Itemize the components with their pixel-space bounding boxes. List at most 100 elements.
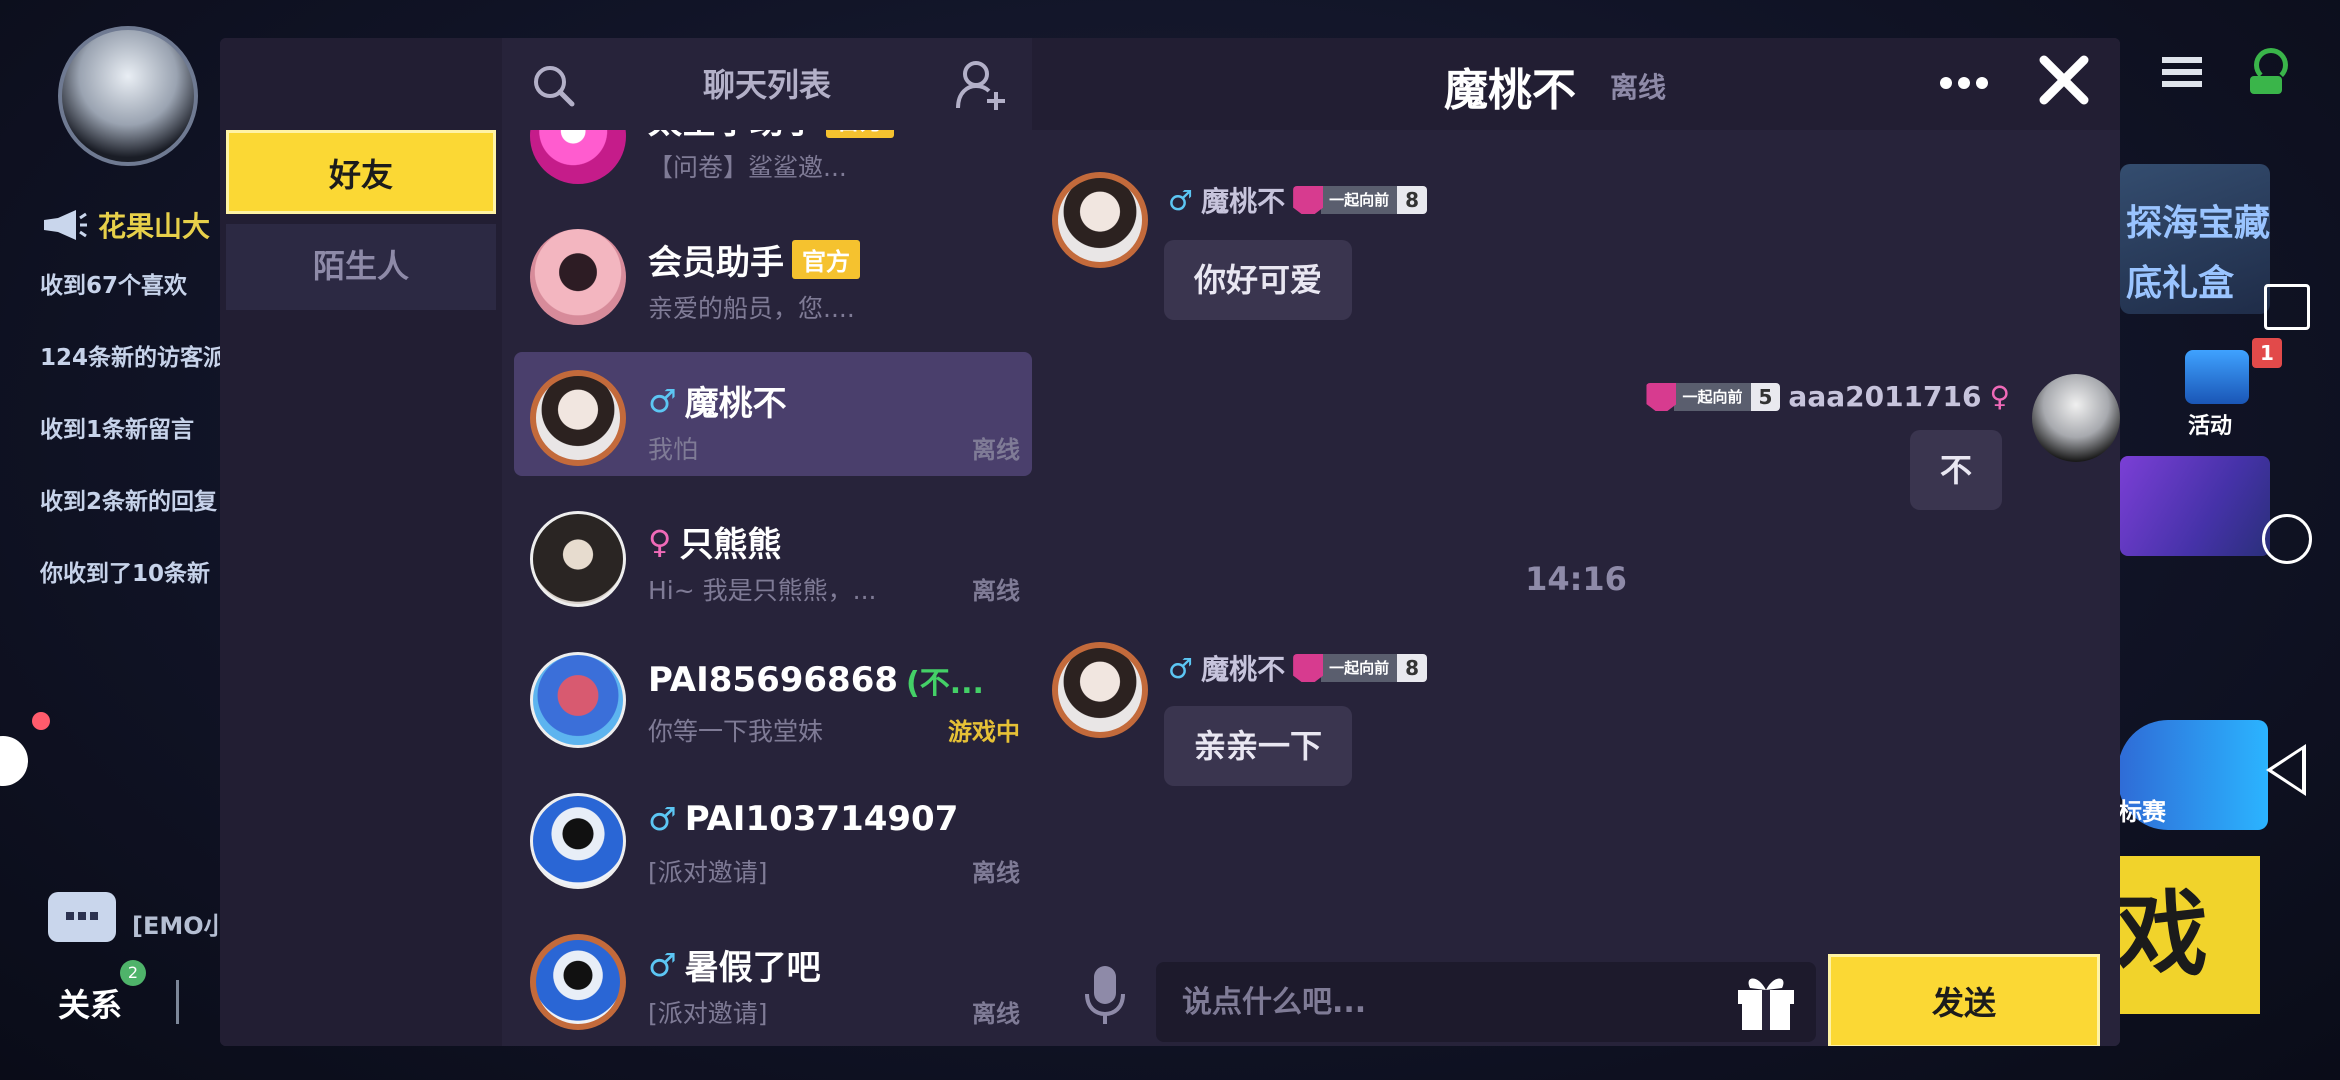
notification-dot <box>32 712 50 730</box>
shield-icon <box>1646 382 1677 411</box>
tournament-label: 标赛 <box>2118 798 2166 826</box>
avatar <box>530 511 626 607</box>
level-number: 5 <box>1750 382 1781 411</box>
contact-name: 暑假了吧 <box>684 948 821 988</box>
menu-icon[interactable] <box>2162 57 2202 87</box>
time-separator: 14:16 <box>1525 560 1627 598</box>
home-icon[interactable] <box>2262 514 2312 564</box>
online-status: 离线 <box>972 859 1020 887</box>
message-sender: 一起向前 5 aaa2011716 ♀ <box>1646 380 2010 413</box>
floating-ball[interactable] <box>0 736 28 786</box>
activity-label: 活动 <box>2188 414 2233 439</box>
chat-list-body[interactable]: 太空小助手 官方 【问卷】鲨鲨邀... 会员助手 官方 亲爱的船员，您.... <box>502 130 1032 1046</box>
relation-button[interactable]: 关系 <box>58 980 122 1026</box>
level-number: 8 <box>1397 654 1428 682</box>
avatar <box>530 793 626 889</box>
activity-button[interactable]: 1 活动 <box>2130 338 2290 440</box>
chat-header: 魔桃不 离线 <box>1032 38 2120 130</box>
last-message: 亲爱的船员，您.... <box>648 294 855 323</box>
message-sender: ♂ 魔桃不 一起向前 8 <box>1168 648 1428 688</box>
message-area[interactable]: ♂ 魔桃不 一起向前 8 你好可爱 一起向前 5 aaa2011716 ♀ 不 … <box>1032 130 2120 960</box>
activity-icon <box>2185 350 2249 404</box>
last-message: 【问卷】鲨鲨邀... <box>648 153 847 182</box>
sender-name: 魔桃不 <box>1201 653 1286 686</box>
megaphone-icon <box>44 210 87 240</box>
message-bubble[interactable]: 亲亲一下 <box>1164 706 1353 786</box>
male-icon: ♂ <box>648 945 677 984</box>
female-icon: ♀ <box>648 522 672 561</box>
chat-modal: 好友 陌生人 聊天列表 太空小助手 官方 <box>220 38 2120 1046</box>
back-icon[interactable] <box>2266 744 2306 796</box>
list-item-selected[interactable]: ♂ 魔桃不 我怕 离线 <box>502 340 1032 481</box>
message-bubble[interactable]: 你好可爱 <box>1164 240 1353 320</box>
microphone-icon[interactable] <box>1084 966 1126 1026</box>
send-button[interactable]: 发送 <box>1828 954 2100 1046</box>
news-title-text: 花果山大 <box>98 210 211 243</box>
input-bar: 发送 <box>1032 954 2120 1046</box>
news-item[interactable]: 收到2条新的回复 <box>40 466 230 538</box>
shield-icon <box>1293 186 1324 214</box>
avatar[interactable] <box>1052 172 1148 268</box>
message-input[interactable] <box>1156 962 1816 1042</box>
male-icon: ♂ <box>648 381 677 420</box>
list-item[interactable]: ♂ PAI103714907 [派对邀请] 离线 <box>502 763 1032 904</box>
avatar <box>530 370 626 466</box>
online-status: 离线 <box>972 577 1020 605</box>
last-message: [派对邀请] <box>648 858 768 887</box>
sender-name: 魔桃不 <box>1201 185 1286 218</box>
tab-friends[interactable]: 好友 <box>226 130 496 214</box>
chat-partner-status: 离线 <box>1610 71 1667 104</box>
official-badge: 官方 <box>826 130 894 138</box>
level-badge: 一起向前 8 <box>1293 654 1428 682</box>
activity-badge: 1 <box>2252 338 2282 368</box>
news-feed: 花果山大 收到67个喜欢 124条新的访客派 收到1条新留言 收到2条新的回复 … <box>40 200 230 610</box>
shield-icon <box>1293 654 1324 682</box>
list-item[interactable]: ♂ 暑假了吧 [派对邀请] 离线 <box>502 904 1032 1045</box>
online-status: 游戏中 <box>948 718 1020 746</box>
list-item[interactable]: ♀ 只熊熊 Hi~ 我是只熊熊，... 离线 <box>502 481 1032 622</box>
official-badge: 官方 <box>792 240 860 279</box>
relation-badge: 2 <box>120 960 146 986</box>
male-icon: ♂ <box>1168 651 1194 685</box>
more-icon[interactable] <box>1938 68 1990 98</box>
list-item[interactable]: 会员助手 官方 亲爱的船员，您.... <box>502 199 1032 340</box>
game-banner[interactable]: 戏 <box>2110 856 2260 1014</box>
male-icon: ♂ <box>648 800 677 838</box>
contact-name: 会员助手 <box>648 243 784 283</box>
list-item[interactable]: 太空小助手 官方 【问卷】鲨鲨邀... <box>502 130 1032 199</box>
level-badge: 一起向前 8 <box>1293 186 1428 214</box>
contact-name: PAI103714907 <box>684 799 959 839</box>
treasure-banner[interactable]: 探海宝藏 底礼盒 <box>2120 164 2270 314</box>
chat-bubble-icon[interactable] <box>48 892 116 942</box>
chat-list-header: 聊天列表 <box>502 38 1032 130</box>
level-badge: 一起向前 5 <box>1646 382 1781 411</box>
message-bubble[interactable]: 不 <box>1910 430 2003 510</box>
add-friend-icon[interactable] <box>954 58 1008 112</box>
news-item[interactable]: 124条新的访客派 <box>40 322 230 394</box>
contact-name-suffix: (不... <box>906 666 984 701</box>
signal-icon <box>2244 48 2288 96</box>
gift-icon[interactable] <box>1732 968 1800 1032</box>
player-avatar[interactable] <box>58 26 198 166</box>
news-item[interactable]: 你收到了10条新 <box>40 538 230 610</box>
message-sender: ♂ 魔桃不 一起向前 8 <box>1168 180 1428 220</box>
male-icon: ♂ <box>1168 183 1194 217</box>
level-label: 一起向前 <box>1321 654 1398 682</box>
news-title: 花果山大 <box>40 200 230 250</box>
chat-partner-name[interactable]: 魔桃不 <box>1444 54 1576 118</box>
list-item[interactable]: PAI85696868 (不... 你等一下我堂妹 游戏中 <box>502 622 1032 763</box>
level-label: 一起向前 <box>1674 382 1751 411</box>
avatar[interactable] <box>1052 642 1148 738</box>
level-label: 一起向前 <box>1321 186 1398 214</box>
cubes-banner[interactable] <box>2120 456 2270 556</box>
news-item[interactable]: 收到67个喜欢 <box>40 250 230 322</box>
tab-strangers[interactable]: 陌生人 <box>226 224 496 310</box>
level-number: 8 <box>1397 186 1428 214</box>
avatar[interactable] <box>2032 374 2120 462</box>
female-icon: ♀ <box>1989 380 2010 413</box>
avatar <box>530 130 626 184</box>
news-item[interactable]: 收到1条新留言 <box>40 394 230 466</box>
online-status: 离线 <box>972 436 1020 464</box>
recent-apps-icon[interactable] <box>2264 284 2310 330</box>
close-icon[interactable] <box>2036 52 2092 108</box>
